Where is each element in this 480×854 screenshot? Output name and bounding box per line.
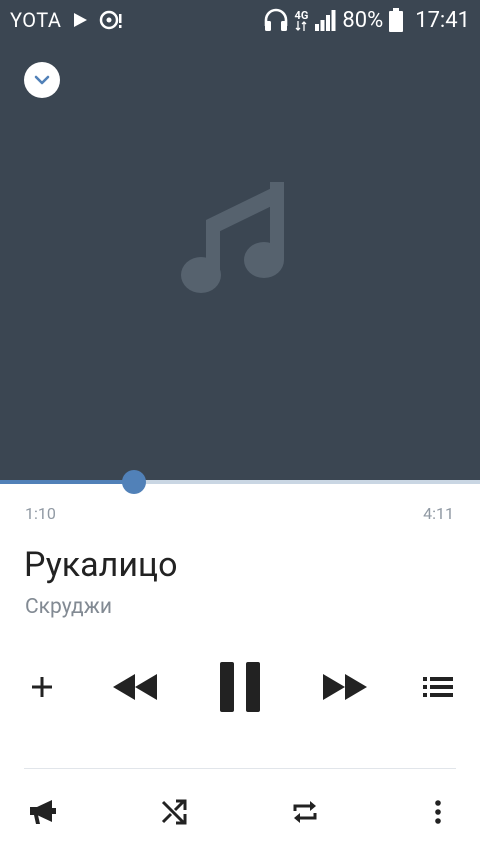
headphones-icon bbox=[263, 8, 289, 32]
music-note-icon bbox=[178, 180, 290, 300]
total-time: 4:11 bbox=[423, 504, 454, 523]
add-icon bbox=[32, 677, 52, 697]
carrier-name: YOTA bbox=[10, 8, 62, 32]
network-type: 4G bbox=[295, 10, 308, 31]
progress-bar[interactable] bbox=[0, 470, 480, 494]
track-artist[interactable]: Скруджи bbox=[25, 595, 112, 619]
battery-icon bbox=[389, 8, 404, 32]
shuffle-icon bbox=[161, 799, 187, 825]
next-icon bbox=[323, 674, 367, 700]
broadcast-icon bbox=[30, 800, 56, 824]
chevron-down-icon bbox=[34, 75, 50, 85]
status-bar: YOTA 4G 80% 17:41 bbox=[0, 0, 480, 40]
clock: 17:41 bbox=[415, 7, 470, 33]
bottom-actions bbox=[0, 790, 480, 834]
repeat-icon bbox=[293, 801, 317, 823]
track-title: Рукалицо bbox=[24, 545, 178, 585]
broadcast-button[interactable] bbox=[24, 794, 60, 830]
play-status-icon bbox=[71, 11, 89, 29]
pause-button[interactable] bbox=[214, 661, 266, 713]
pause-icon bbox=[220, 662, 260, 712]
more-button[interactable] bbox=[420, 794, 456, 830]
add-button[interactable] bbox=[24, 671, 60, 703]
playback-controls bbox=[0, 656, 480, 718]
divider bbox=[24, 768, 456, 769]
elapsed-time: 1:10 bbox=[25, 504, 56, 523]
battery-percent: 80% bbox=[342, 7, 384, 33]
collapse-button[interactable] bbox=[24, 62, 60, 98]
album-artwork bbox=[0, 40, 480, 482]
next-button[interactable] bbox=[318, 669, 372, 705]
previous-button[interactable] bbox=[108, 669, 162, 705]
playlist-icon bbox=[423, 677, 453, 697]
shuffle-button[interactable] bbox=[156, 794, 192, 830]
signal-icon bbox=[314, 9, 336, 31]
progress-thumb[interactable] bbox=[121, 470, 146, 494]
repeat-button[interactable] bbox=[287, 794, 323, 830]
more-icon bbox=[435, 800, 441, 824]
media-icon bbox=[99, 9, 123, 31]
previous-icon bbox=[113, 674, 157, 700]
progress-fill bbox=[0, 480, 134, 484]
playlist-button[interactable] bbox=[420, 671, 456, 703]
